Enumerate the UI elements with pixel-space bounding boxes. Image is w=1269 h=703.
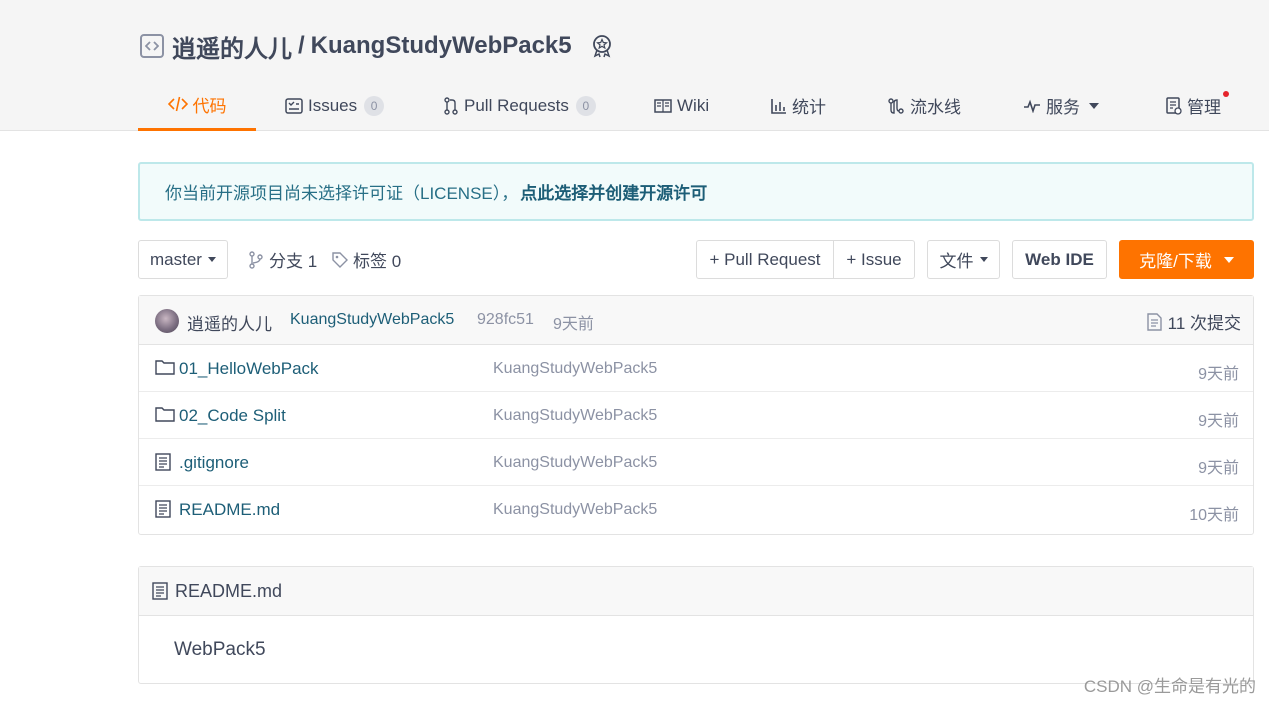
repo-name-link[interactable]: KuangStudyWebPack5 — [311, 32, 572, 60]
manage-settings-icon — [1166, 96, 1182, 115]
repo-separator: / — [298, 32, 305, 59]
file-time: 9天前 — [1198, 413, 1239, 430]
branch-select[interactable]: master — [138, 240, 228, 279]
tab-issues[interactable]: Issues 0 — [285, 80, 385, 131]
recommend-badge-icon[interactable] — [590, 34, 614, 58]
chevron-down-icon — [1089, 102, 1099, 109]
tab-stats-label: 统计 — [792, 98, 826, 117]
clone-download-button[interactable]: 克隆/下载 — [1119, 240, 1254, 279]
commits-count-link[interactable]: 11 次提交 — [1146, 309, 1241, 334]
tab-manage[interactable]: 管理 — [1166, 80, 1229, 131]
file-commit-message[interactable]: KuangStudyWebPack5 — [493, 501, 657, 519]
pipeline-icon — [888, 97, 904, 114]
clone-download-label: 克隆/下载 — [1139, 252, 1212, 271]
file-time: 9天前 — [1198, 460, 1239, 477]
file-time: 9天前 — [1198, 366, 1239, 383]
file-commit-message[interactable]: KuangStudyWebPack5 — [493, 360, 657, 378]
latest-commit-row: 逍遥的人儿 KuangStudyWebPack5 928fc51 9天前 11 … — [139, 296, 1253, 345]
commit-time: 9天前 — [553, 316, 594, 333]
new-issue-button[interactable]: + Issue — [833, 240, 915, 279]
code-icon — [167, 96, 188, 112]
branch-select-label: master — [150, 249, 202, 269]
pulse-icon — [1024, 99, 1040, 113]
repo-owner-link[interactable]: 逍遥的人儿 — [172, 29, 292, 64]
code-repo-icon — [140, 34, 164, 58]
file-row[interactable]: 01_HelloWebPack KuangStudyWebPack5 9天前 — [139, 345, 1253, 392]
pull-request-icon — [444, 96, 458, 115]
tags-link[interactable]: 标签 0 — [332, 240, 401, 279]
avatar[interactable] — [155, 309, 179, 333]
file-name-link[interactable]: 02_Code Split — [179, 406, 286, 426]
file-menu-button[interactable]: 文件 — [927, 240, 1000, 279]
repo-header: 逍遥的人儿 / KuangStudyWebPack5 代码 Issues 0 P… — [0, 0, 1269, 131]
license-notice-text: 你当前开源项目尚未选择许可证（LICENSE）， — [165, 184, 519, 203]
folder-icon — [155, 360, 175, 375]
tab-wiki-label: Wiki — [677, 95, 710, 115]
file-row[interactable]: .gitignore KuangStudyWebPack5 9天前 — [139, 439, 1253, 486]
commit-message-link[interactable]: KuangStudyWebPack5 — [290, 311, 454, 329]
tab-code[interactable]: 代码 — [138, 80, 256, 131]
commit-hash-link[interactable]: 928fc51 — [477, 311, 534, 329]
file-name-link[interactable]: 01_HelloWebPack — [179, 359, 319, 379]
bar-chart-icon — [771, 98, 786, 114]
commits-list-icon — [1146, 312, 1162, 331]
readme-file-icon — [152, 582, 168, 600]
watermark: CSDN @生命是有光的 — [1083, 677, 1256, 696]
file-name-link[interactable]: .gitignore — [179, 453, 249, 473]
branches-link[interactable]: 分支 1 — [248, 240, 317, 279]
license-notice: 你当前开源项目尚未选择许可证（LICENSE）， 点此选择并创建开源许可 — [138, 162, 1254, 221]
readme-title: README.md — [175, 580, 283, 601]
tab-issues-label: Issues — [308, 95, 358, 115]
file-icon — [155, 453, 171, 471]
readme-header: README.md — [139, 567, 1253, 616]
file-row[interactable]: 02_Code Split KuangStudyWebPack5 9天前 — [139, 392, 1253, 439]
chevron-down-icon — [207, 257, 216, 262]
repo-title: 逍遥的人儿 / KuangStudyWebPack5 — [140, 29, 614, 64]
branches-label: 分支 1 — [269, 252, 318, 271]
tag-icon — [332, 251, 348, 268]
file-menu-label: 文件 — [939, 252, 974, 271]
commit-author[interactable]: 逍遥的人儿 — [187, 310, 272, 335]
tab-pipeline[interactable]: 流水线 — [887, 80, 961, 131]
folder-icon — [155, 407, 175, 422]
tab-services-label: 服务 — [1046, 98, 1080, 117]
file-row[interactable]: README.md KuangStudyWebPack5 10天前 — [139, 486, 1253, 533]
chevron-down-icon — [979, 257, 988, 262]
new-pull-request-button[interactable]: + Pull Request — [696, 240, 834, 279]
tab-pull-requests[interactable]: Pull Requests 0 — [443, 80, 596, 131]
tags-label: 标签 0 — [353, 252, 402, 271]
file-time: 10天前 — [1189, 507, 1239, 524]
file-icon — [155, 500, 171, 518]
file-name-link[interactable]: README.md — [179, 500, 280, 520]
notification-dot — [1223, 91, 1229, 97]
commits-count-label: 11 次提交 — [1167, 314, 1241, 333]
issues-count-badge: 0 — [364, 95, 385, 116]
readme-content: WebPack5 — [174, 639, 266, 660]
readme-panel: README.md WebPack5 — [138, 566, 1254, 684]
tab-code-label: 代码 — [192, 96, 227, 116]
tab-pull-requests-label: Pull Requests — [464, 95, 569, 115]
tab-services[interactable]: 服务 — [1023, 80, 1099, 131]
create-license-link[interactable]: 点此选择并创建开源许可 — [520, 179, 707, 204]
file-commit-message[interactable]: KuangStudyWebPack5 — [493, 407, 657, 425]
repo-toolbar: master 分支 1 标签 0 + Pull Request + Issue … — [138, 240, 1254, 279]
tab-manage-label: 管理 — [1187, 98, 1221, 117]
tab-pipeline-label: 流水线 — [910, 98, 961, 117]
pull-requests-count-badge: 0 — [575, 95, 596, 116]
file-commit-message[interactable]: KuangStudyWebPack5 — [493, 454, 657, 472]
tab-stats[interactable]: 统计 — [771, 80, 826, 131]
tab-wiki[interactable]: Wiki — [654, 80, 709, 131]
issues-icon — [285, 97, 303, 114]
web-ide-button[interactable]: Web IDE — [1012, 240, 1107, 279]
wiki-book-icon — [654, 98, 672, 113]
chevron-down-icon — [1223, 256, 1234, 263]
branch-icon — [249, 250, 263, 269]
file-list: 逍遥的人儿 KuangStudyWebPack5 928fc51 9天前 11 … — [138, 295, 1254, 535]
